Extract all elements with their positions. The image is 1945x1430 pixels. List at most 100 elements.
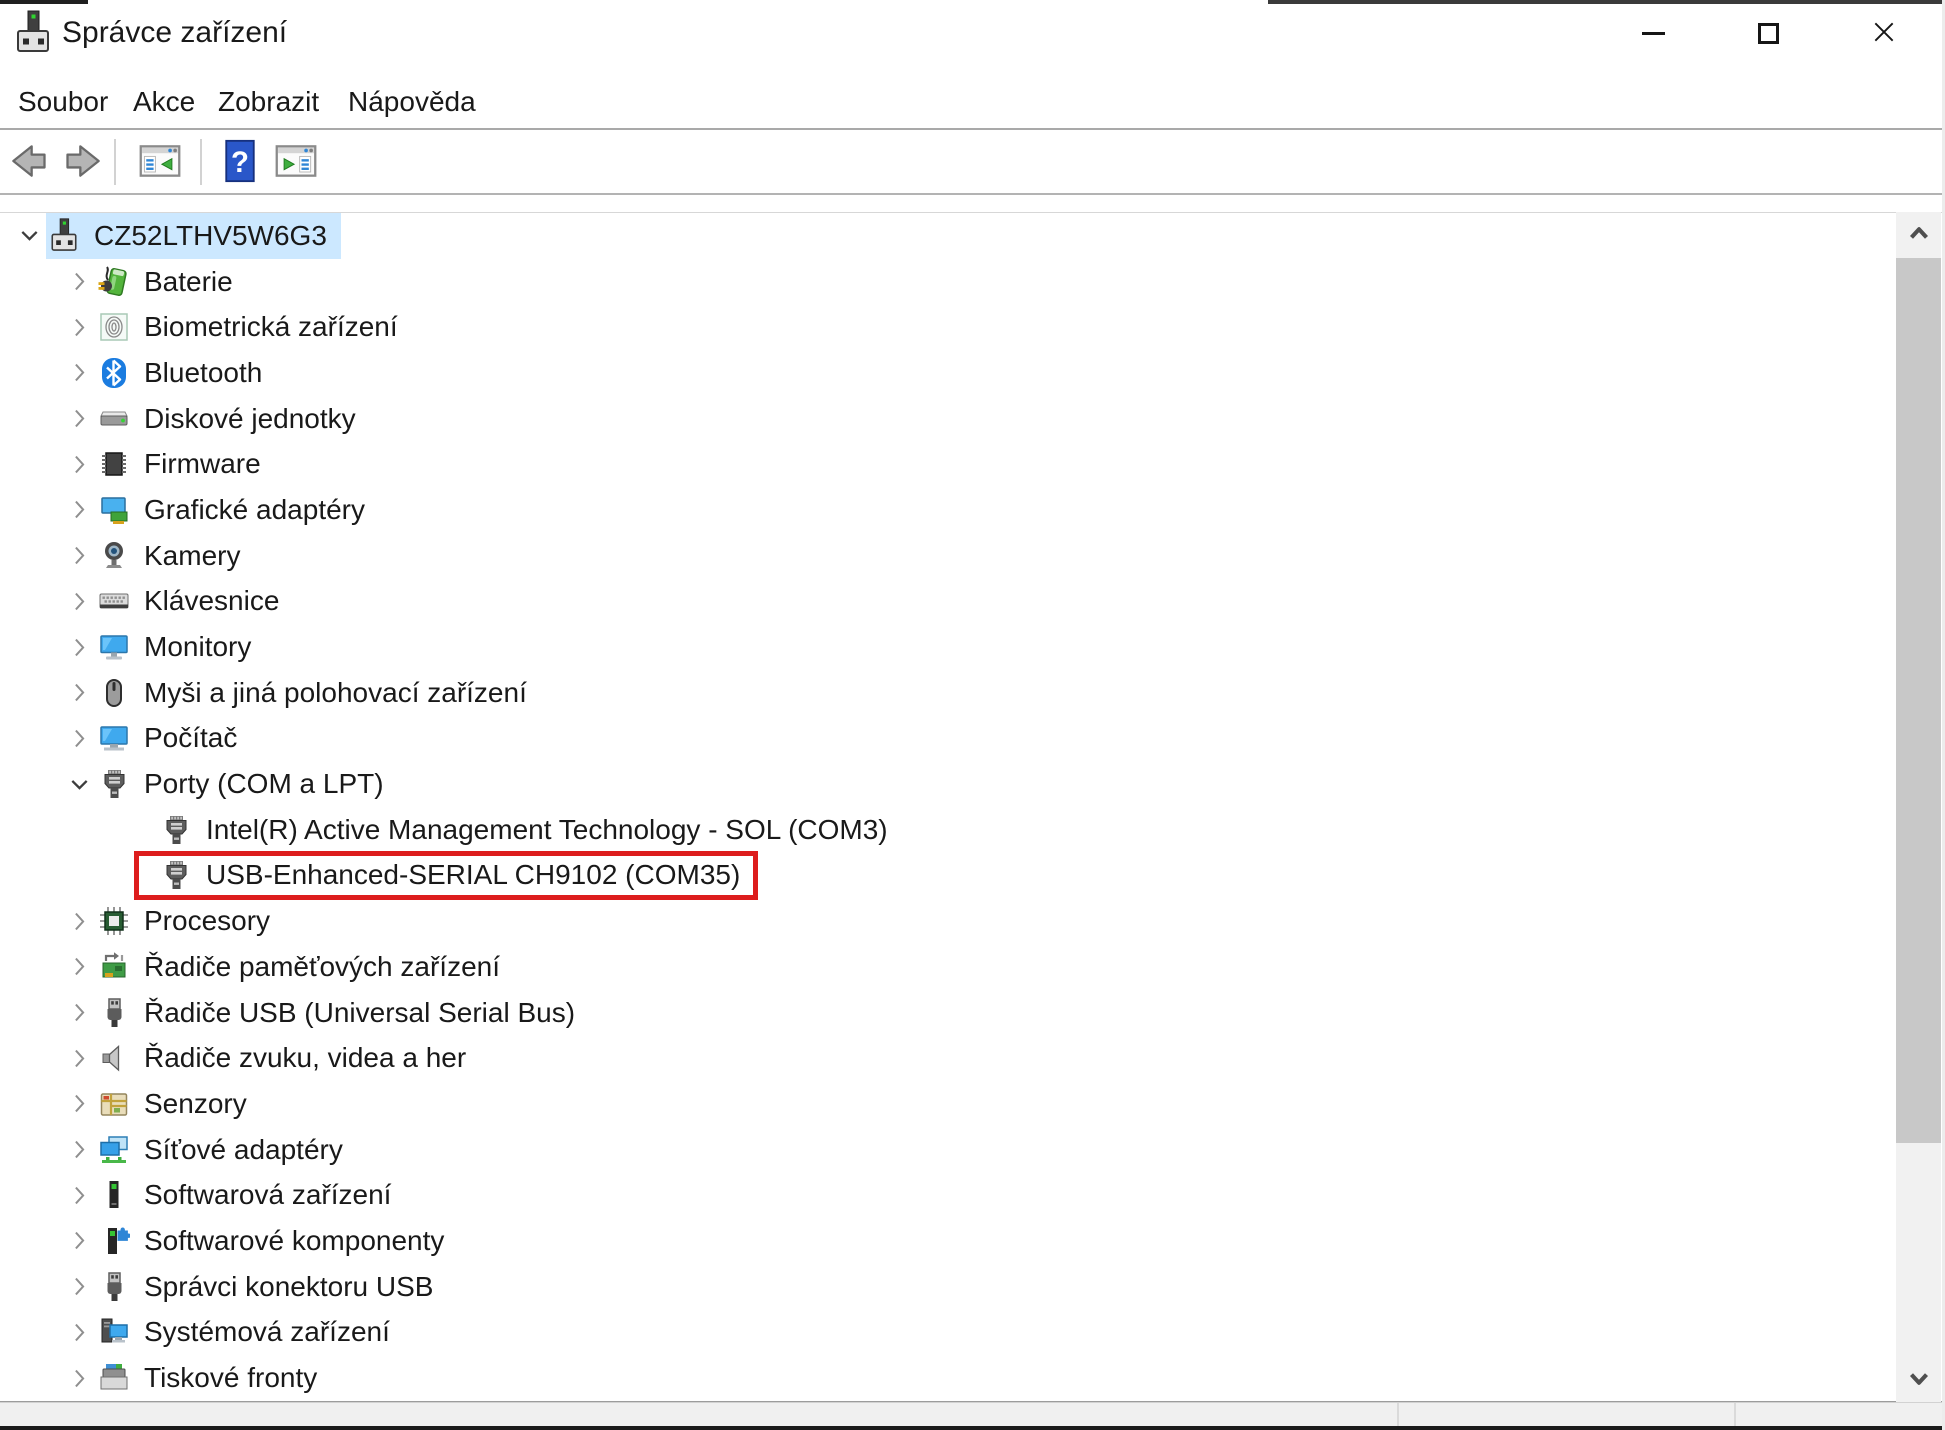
- chevron-down-icon[interactable]: [12, 219, 46, 253]
- tree-item-content[interactable]: Softwarová zařízení: [96, 1172, 405, 1218]
- chevron-right-icon[interactable]: [62, 676, 96, 710]
- chevron-right-icon[interactable]: [62, 539, 96, 573]
- chevron-right-icon[interactable]: [62, 447, 96, 481]
- tree-item[interactable]: Bluetooth: [0, 350, 1945, 396]
- chevron-right-icon[interactable]: [62, 996, 96, 1030]
- tree-item-content[interactable]: Softwarové komponenty: [96, 1218, 458, 1264]
- chevron-right-icon[interactable]: [62, 310, 96, 344]
- forward-button[interactable]: [60, 137, 108, 187]
- tree-item[interactable]: Grafické adaptéry: [0, 487, 1945, 533]
- chevron-right-icon[interactable]: [62, 584, 96, 618]
- maximize-button[interactable]: [1735, 4, 1801, 62]
- tree-item[interactable]: Klávesnice: [0, 579, 1945, 625]
- tree-item[interactable]: CZ52LTHV5W6G3: [0, 213, 1945, 259]
- chevron-right-icon[interactable]: [62, 721, 96, 755]
- chevron-right-icon[interactable]: [62, 904, 96, 938]
- tree-item-content[interactable]: Správci konektoru USB: [96, 1264, 447, 1310]
- tree-item-content[interactable]: Diskové jednotky: [96, 396, 370, 442]
- tree-item[interactable]: Softwarové komponenty: [0, 1218, 1945, 1264]
- scrollbar-up-button[interactable]: [1896, 212, 1941, 258]
- tree-item-content[interactable]: Procesory: [96, 898, 284, 944]
- chevron-right-icon[interactable]: [62, 1270, 96, 1304]
- show-console-tree-button[interactable]: [136, 137, 184, 187]
- tree-item[interactable]: Biometrická zařízení: [0, 304, 1945, 350]
- vertical-scrollbar[interactable]: [1896, 212, 1941, 1402]
- help-button[interactable]: ?: [216, 137, 264, 187]
- minimize-button[interactable]: [1620, 4, 1686, 62]
- tree-item[interactable]: Senzory: [0, 1081, 1945, 1127]
- tree-item-content[interactable]: Kamery: [96, 533, 254, 579]
- network-adapter-icon: [98, 1132, 130, 1168]
- chevron-right-icon[interactable]: [62, 630, 96, 664]
- tree-item-content[interactable]: CZ52LTHV5W6G3: [46, 213, 341, 259]
- tree-item-content[interactable]: Řadiče paměťových zařízení: [96, 944, 514, 990]
- tree-item[interactable]: Porty (COM a LPT): [0, 761, 1945, 807]
- menu-item-akce[interactable]: Akce: [133, 86, 195, 118]
- titlebar: Správce zařízení: [0, 4, 1945, 62]
- tree-item[interactable]: Monitory: [0, 624, 1945, 670]
- chevron-right-icon[interactable]: [62, 1041, 96, 1075]
- tree-item-content[interactable]: Síťové adaptéry: [96, 1127, 357, 1173]
- close-button[interactable]: [1851, 4, 1917, 62]
- tree-item-content[interactable]: Počítač: [96, 716, 251, 762]
- chevron-right-icon[interactable]: [62, 1315, 96, 1349]
- tree-item-content[interactable]: Systémová zařízení: [96, 1310, 404, 1356]
- tree-item[interactable]: Síťové adaptéry: [0, 1127, 1945, 1173]
- menu-item-napoveda[interactable]: Nápověda: [348, 86, 476, 118]
- tree-item-content[interactable]: Myši a jiná polohovací zařízení: [96, 670, 541, 716]
- tree-item[interactable]: Počítač: [0, 716, 1945, 762]
- menu-item-zobrazit[interactable]: Zobrazit: [218, 86, 319, 118]
- tree-item[interactable]: Baterie: [0, 259, 1945, 305]
- tree-item-content[interactable]: Firmware: [96, 441, 275, 487]
- tree-item-content[interactable]: Řadiče zvuku, videa a her: [96, 1035, 480, 1081]
- chevron-right-icon[interactable]: [62, 950, 96, 984]
- tree-item[interactable]: Řadiče USB (Universal Serial Bus): [0, 990, 1945, 1036]
- tree-item-label: Systémová zařízení: [144, 1316, 390, 1348]
- tree-item[interactable]: Firmware: [0, 441, 1945, 487]
- tree-item[interactable]: Myši a jiná polohovací zařízení: [0, 670, 1945, 716]
- tree-item-content[interactable]: Biometrická zařízení: [96, 304, 412, 350]
- tree-item-content[interactable]: Grafické adaptéry: [96, 487, 379, 533]
- tree-item[interactable]: Řadiče zvuku, videa a her: [0, 1035, 1945, 1081]
- tree-item-content[interactable]: Tiskové fronty: [96, 1355, 331, 1401]
- chevron-right-icon[interactable]: [62, 356, 96, 390]
- chevron-right-icon[interactable]: [62, 493, 96, 527]
- scrollbar-thumb[interactable]: [1896, 258, 1941, 1143]
- chevron-right-icon[interactable]: [62, 1361, 96, 1395]
- tree-item[interactable]: Kamery: [0, 533, 1945, 579]
- tree-item-content[interactable]: Bluetooth: [96, 350, 276, 396]
- tree-item-content[interactable]: Porty (COM a LPT): [96, 761, 398, 807]
- fingerprint-icon: [98, 309, 130, 345]
- tree-item[interactable]: USB-Enhanced-SERIAL CH9102 (COM35): [0, 853, 1945, 899]
- tree-item-content[interactable]: Řadiče USB (Universal Serial Bus): [96, 990, 589, 1036]
- tree-item[interactable]: Diskové jednotky: [0, 396, 1945, 442]
- tree-item[interactable]: Správci konektoru USB: [0, 1264, 1945, 1310]
- chevron-right-icon[interactable]: [62, 265, 96, 299]
- storage-controller-icon: [98, 949, 130, 985]
- back-button[interactable]: [4, 137, 52, 187]
- tree-item[interactable]: Softwarová zařízení: [0, 1172, 1945, 1218]
- chevron-right-icon[interactable]: [62, 1224, 96, 1258]
- chevron-right-icon[interactable]: [62, 1087, 96, 1121]
- device-tree: CZ52LTHV5W6G3BaterieBiometrická zařízení…: [0, 212, 1945, 1402]
- tree-item-label: Softwarová zařízení: [144, 1179, 391, 1211]
- chevron-right-icon[interactable]: [62, 1133, 96, 1167]
- properties-button[interactable]: [272, 137, 320, 187]
- chevron-right-icon[interactable]: [62, 402, 96, 436]
- tree-item-content[interactable]: Intel(R) Active Management Technology - …: [158, 807, 902, 853]
- scrollbar-down-button[interactable]: [1896, 1356, 1941, 1402]
- tree-item[interactable]: Intel(R) Active Management Technology - …: [0, 807, 1945, 853]
- tree-item-content[interactable]: USB-Enhanced-SERIAL CH9102 (COM35): [158, 853, 754, 899]
- tree-item[interactable]: Systémová zařízení: [0, 1310, 1945, 1356]
- menu-item-soubor[interactable]: Soubor: [18, 86, 108, 118]
- tree-item-content[interactable]: Senzory: [96, 1081, 261, 1127]
- tree-item[interactable]: Procesory: [0, 898, 1945, 944]
- tree-item-content[interactable]: Klávesnice: [96, 579, 293, 625]
- tree-item-label: Tiskové fronty: [144, 1362, 317, 1394]
- chevron-right-icon[interactable]: [62, 1178, 96, 1212]
- tree-item[interactable]: Tiskové fronty: [0, 1355, 1945, 1401]
- chevron-down-icon[interactable]: [62, 767, 96, 801]
- tree-item[interactable]: Řadiče paměťových zařízení: [0, 944, 1945, 990]
- tree-item-content[interactable]: Baterie: [96, 259, 247, 305]
- tree-item-content[interactable]: Monitory: [96, 624, 265, 670]
